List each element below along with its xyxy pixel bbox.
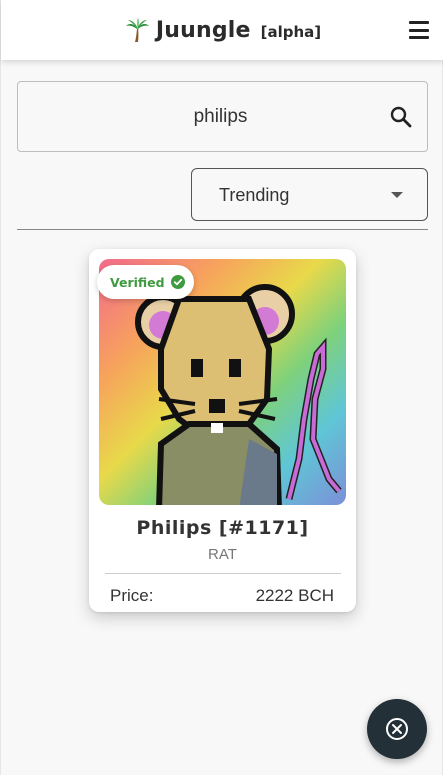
sort-select[interactable]: Trending (191, 168, 428, 221)
nft-listing-card[interactable]: Philips [#1171] RAT Price: 2222 BCH (89, 249, 356, 612)
close-fab-button[interactable] (367, 699, 427, 759)
verified-label: Verified (110, 274, 165, 290)
search-box (17, 81, 428, 152)
close-circle-icon (386, 718, 408, 740)
alpha-tag: [alpha] (260, 22, 322, 41)
nft-name: Philips [#1171] (136, 517, 309, 539)
sort-selected-label: Trending (219, 185, 290, 205)
price-value: 2222 BCH (255, 586, 334, 605)
verified-badge: Verified (97, 265, 194, 299)
search-input[interactable] (18, 82, 427, 151)
section-divider (17, 229, 428, 230)
check-circle-icon (170, 275, 185, 289)
app-bar: Juungle [alpha] (1, 0, 443, 60)
nft-collection: RAT (208, 546, 237, 563)
card-divider (105, 573, 341, 574)
palm-tree-icon (125, 18, 149, 42)
app-container: Juungle [alpha] Trending (0, 0, 443, 775)
app-title: Juungle (155, 17, 251, 43)
price-label: Price: (110, 586, 154, 605)
caret-down-icon (391, 192, 403, 198)
hamburger-menu-icon[interactable] (408, 19, 430, 41)
brand-logo[interactable]: Juungle [alpha] (124, 17, 321, 43)
search-icon[interactable] (390, 106, 412, 128)
